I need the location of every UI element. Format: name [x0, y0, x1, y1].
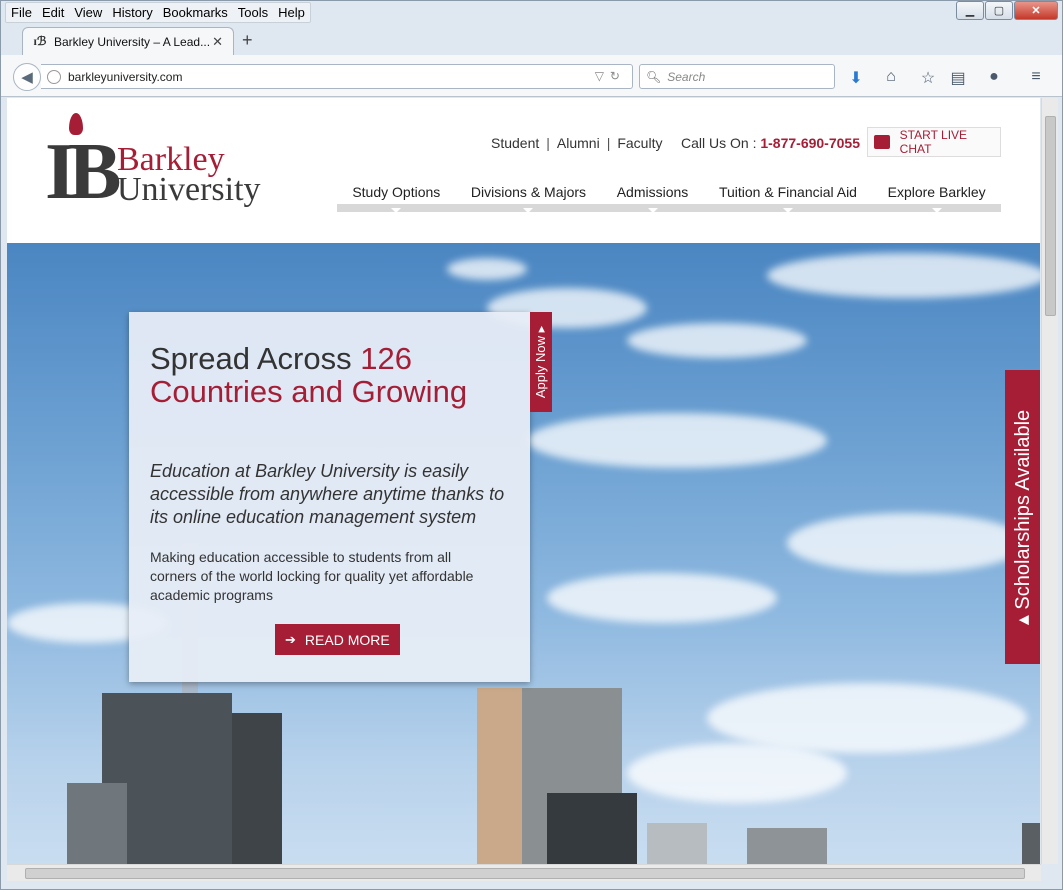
cloud	[767, 253, 1040, 298]
globe-icon	[47, 69, 61, 84]
tab-title: Barkley University – A Lead...	[54, 34, 211, 49]
cloud	[627, 323, 807, 358]
reload-icon[interactable]: ▽↻	[595, 69, 626, 83]
search-box[interactable]: 🔍︎ Search	[639, 64, 835, 89]
apply-now-label: Apply Now ▸	[533, 325, 548, 399]
cloud	[447, 258, 527, 280]
favicon-icon: ɪℬ	[33, 34, 47, 48]
link-alumni[interactable]: Alumni	[557, 135, 600, 151]
apply-now-tab[interactable]: Apply Now ▸	[530, 312, 552, 412]
main-navigation: Study Options Divisions & Majors Admissi…	[337, 174, 1001, 213]
read-more-label: READ MORE	[304, 631, 390, 648]
new-tab-button[interactable]: +	[242, 30, 253, 51]
search-placeholder: Search	[667, 69, 706, 84]
building	[647, 823, 707, 864]
tab-barkley[interactable]: ɪℬ Barkley University – A Lead... ✕	[22, 27, 234, 55]
building	[1022, 823, 1040, 864]
university-logo[interactable]: IB Barkley University	[45, 113, 285, 213]
phone-number[interactable]: 1-877-690-7055	[760, 135, 860, 151]
scrollbar-thumb[interactable]	[1045, 116, 1056, 316]
maximize-button[interactable]: ▢	[985, 1, 1013, 20]
minimize-button[interactable]: ▁	[956, 1, 984, 20]
scholarships-label: ▴ Scholarships Available	[1012, 409, 1035, 625]
nav-admissions[interactable]: Admissions	[617, 184, 688, 213]
home-icon[interactable]: ⌂	[881, 68, 901, 86]
address-bar[interactable]: barkleyuniversity.com ▽↻	[41, 64, 633, 89]
cloud	[547, 573, 777, 623]
read-more-button[interactable]: ➔ READ MORE	[275, 624, 400, 655]
call-us: Call Us On : 1-877-690-7055	[681, 135, 860, 151]
cloud	[527, 413, 827, 468]
menu-tools[interactable]: Tools	[233, 3, 273, 22]
cloud	[787, 513, 1027, 573]
scrollbar-thumb[interactable]	[25, 868, 1025, 879]
top-links: Student | Alumni | Faculty	[491, 135, 662, 151]
nav-divisions-majors[interactable]: Divisions & Majors	[471, 184, 586, 213]
browser-window: File Edit View History Bookmarks Tools H…	[0, 0, 1063, 890]
separator: |	[546, 135, 550, 151]
chat-label: START LIVE CHAT	[899, 128, 968, 156]
hero-card: Spread Across 126 Countries and Growing …	[129, 312, 530, 682]
nav-explore-barkley[interactable]: Explore Barkley	[888, 184, 986, 213]
menu-edit[interactable]: Edit	[37, 3, 69, 22]
reading-list-icon[interactable]: ▤	[948, 68, 968, 88]
building	[232, 713, 282, 864]
close-window-button[interactable]: ✕	[1014, 1, 1058, 20]
building	[547, 793, 637, 864]
separator: |	[606, 135, 611, 151]
building	[747, 828, 827, 864]
call-label: Call Us On :	[681, 135, 757, 151]
horizontal-scrollbar[interactable]	[7, 864, 1041, 881]
logo-line-2: University	[117, 171, 261, 208]
link-student[interactable]: Student	[491, 135, 539, 151]
logo-mark: IB	[45, 128, 121, 216]
menu-view[interactable]: View	[69, 3, 107, 22]
search-icon: 🔍︎	[646, 69, 662, 84]
live-chat-button[interactable]: START LIVE CHAT	[867, 127, 1001, 157]
cloud	[627, 743, 847, 803]
building	[67, 783, 127, 864]
hero-body: Making education accessible to students …	[150, 549, 474, 603]
menu-bookmarks[interactable]: Bookmarks	[158, 3, 233, 22]
menu-history[interactable]: History	[107, 3, 157, 22]
chat-icon[interactable]: ●	[984, 68, 1004, 86]
hero-lead: Education at Barkley University is easil…	[150, 461, 505, 527]
download-icon[interactable]: ⬇	[846, 68, 866, 88]
url-text: barkleyuniversity.com	[68, 69, 183, 84]
hero-banner: Spread Across 126 Countries and Growing …	[7, 243, 1040, 864]
hamburger-menu-icon[interactable]: ≡	[1026, 68, 1046, 86]
vertical-scrollbar[interactable]	[1041, 98, 1058, 864]
nav-tuition-aid[interactable]: Tuition & Financial Aid	[719, 184, 857, 213]
menu-help[interactable]: Help	[273, 3, 310, 22]
hero-title: Spread Across 126 Countries and Growing	[150, 342, 480, 408]
tab-strip: ɪℬ Barkley University – A Lead... ✕ +	[1, 25, 1063, 55]
hero-title-accent: Countries and Growing	[150, 374, 468, 409]
arrow-right-icon: ➔	[285, 631, 296, 647]
hero-title-plain: Spread Across	[150, 341, 352, 376]
nav-study-options[interactable]: Study Options	[352, 184, 440, 213]
hero-title-count: 126	[360, 341, 412, 376]
window-controls: ▁ ▢ ✕	[956, 1, 1058, 20]
close-tab-icon[interactable]: ✕	[212, 34, 223, 50]
back-button[interactable]: ◀	[13, 63, 41, 91]
bookmark-star-icon[interactable]: ☆	[918, 68, 938, 88]
link-faculty[interactable]: Faculty	[617, 135, 662, 151]
chat-bubble-icon	[874, 135, 890, 149]
menu-file[interactable]: File	[6, 3, 37, 22]
scholarships-tab[interactable]: ▴ Scholarships Available	[1005, 370, 1040, 664]
navigation-toolbar: ◀ barkleyuniversity.com ▽↻ 🔍︎ Search ⬇ ⌂…	[1, 55, 1062, 97]
menu-bar: File Edit View History Bookmarks Tools H…	[5, 2, 311, 23]
web-page: IB Barkley University Student | Alumni |…	[7, 98, 1040, 864]
